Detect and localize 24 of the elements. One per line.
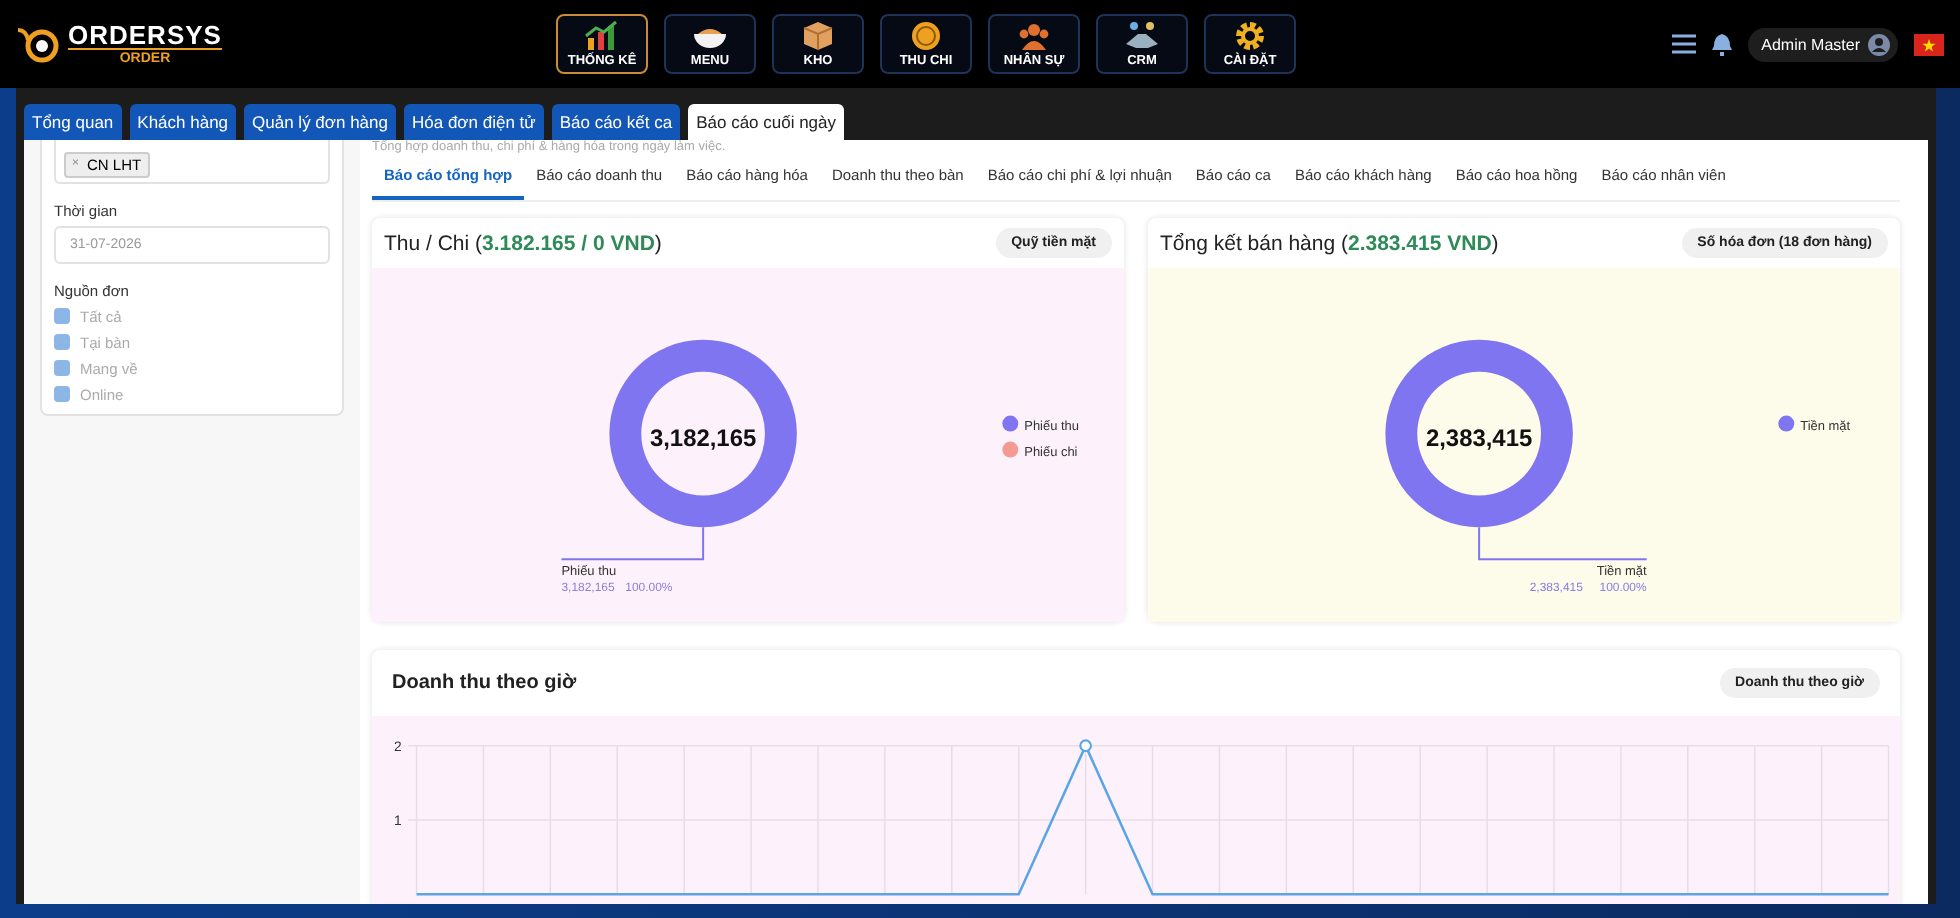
donut-total: 2,383,415 xyxy=(1425,423,1533,452)
card-title: Doanh thu theo giờ xyxy=(392,672,577,694)
settings-icon xyxy=(1232,20,1268,52)
avatar-icon xyxy=(1868,33,1890,55)
logo-name: ORDERSYS xyxy=(68,21,222,47)
tab[interactable]: Khách hàng xyxy=(129,104,237,140)
card-title: Tổng kết bán hàng (2.383.415 VND) xyxy=(1160,231,1499,255)
tab[interactable]: Tổng quan xyxy=(24,104,122,140)
user-menu[interactable]: Admin Master xyxy=(1747,27,1898,61)
flag-icon[interactable] xyxy=(1914,33,1944,55)
people-icon xyxy=(1016,20,1052,52)
bar-chart-icon xyxy=(584,20,620,52)
tab[interactable]: Hóa đơn điện tử xyxy=(404,104,544,140)
bell-icon[interactable] xyxy=(1711,33,1732,55)
tab[interactable]: Báo cáo kết ca xyxy=(551,104,681,140)
tab[interactable]: Quản lý đơn hàng xyxy=(244,104,396,140)
logo-icon xyxy=(16,24,60,64)
coin-icon xyxy=(908,20,944,52)
data-point xyxy=(1079,739,1092,753)
donut-total: 3,182,165 xyxy=(649,423,757,452)
card-title: Thu / Chi (3.182.165 / 0 VND) xyxy=(384,231,662,255)
menu-icon[interactable] xyxy=(1671,34,1696,54)
box-icon xyxy=(800,20,836,52)
tab[interactable]: Báo cáo cuối ngày xyxy=(688,104,845,140)
